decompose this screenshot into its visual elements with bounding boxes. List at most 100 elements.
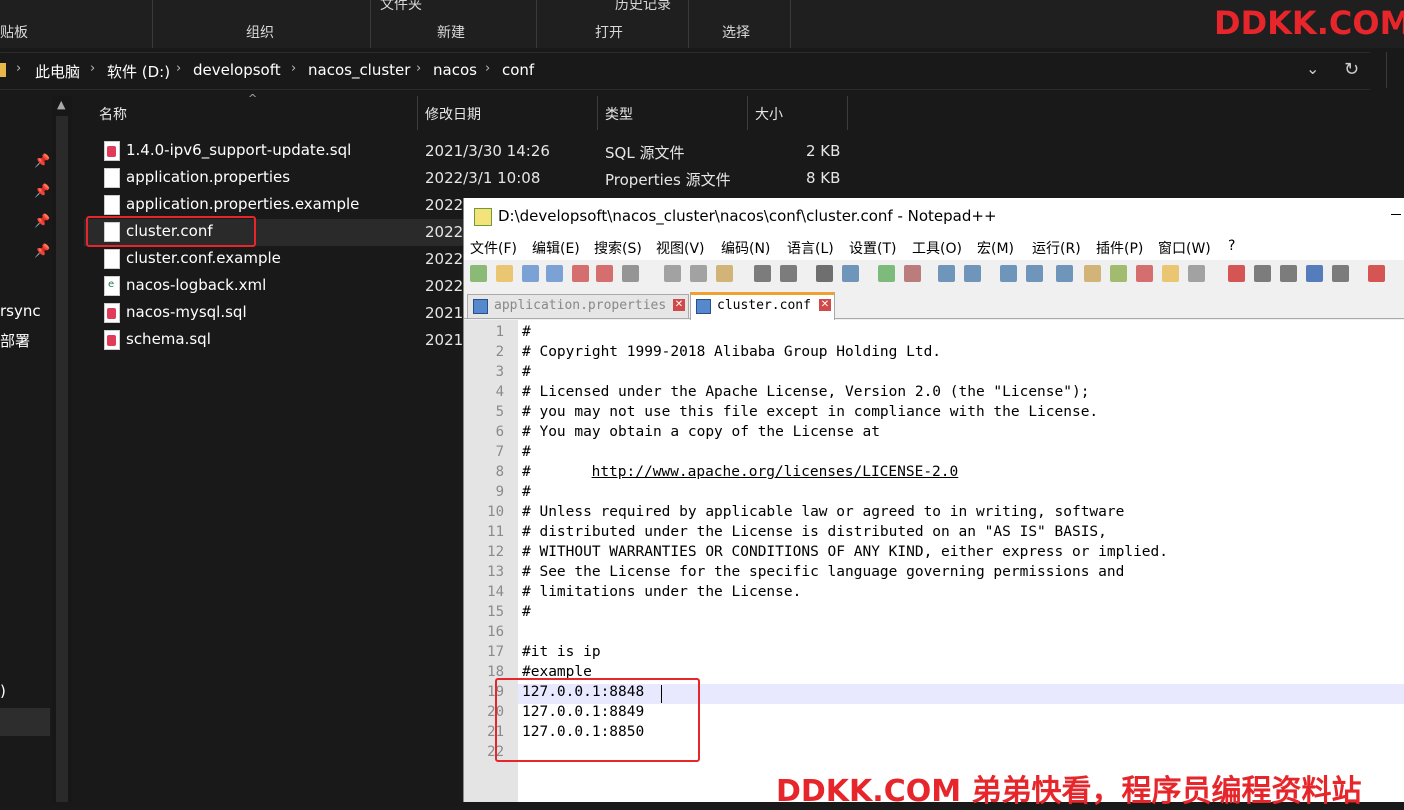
show-all-chars-icon[interactable] xyxy=(1026,265,1043,282)
function-list-icon[interactable] xyxy=(1084,265,1101,282)
close-icon[interactable]: ✕ xyxy=(673,299,685,311)
close-icon[interactable]: ✕ xyxy=(819,299,831,311)
breadcrumb-drive-d[interactable]: 软件 (D:) xyxy=(107,61,170,82)
new-file-icon[interactable] xyxy=(470,265,487,282)
find-icon[interactable] xyxy=(816,265,833,282)
nav-item-drive[interactable]: ) xyxy=(0,682,6,700)
menu-item[interactable]: 插件(P) xyxy=(1096,238,1143,258)
copy-icon[interactable] xyxy=(690,265,707,282)
file-row[interactable]: application.properties xyxy=(84,165,464,192)
column-divider[interactable] xyxy=(597,96,598,130)
column-header-type[interactable]: 类型 xyxy=(605,104,633,138)
indent-guide-icon[interactable] xyxy=(1056,265,1073,282)
close-all-icon[interactable] xyxy=(596,265,613,282)
replace-icon[interactable] xyxy=(842,265,859,282)
file-row[interactable]: schema.sql xyxy=(84,327,464,354)
menu-item[interactable]: 运行(R) xyxy=(1032,238,1081,258)
ribbon-history-label[interactable]: 历史记录 xyxy=(615,0,671,14)
file-name: application.properties.example xyxy=(126,195,360,213)
file-row[interactable]: cluster.conf.example xyxy=(84,246,464,273)
record-macro-icon[interactable] xyxy=(1228,265,1245,282)
save-macro-icon[interactable] xyxy=(1332,265,1349,282)
nav-item-deploy[interactable]: 部署 xyxy=(0,330,30,351)
pin-icon[interactable]: 📌 xyxy=(34,214,50,229)
tab-cluster-conf[interactable]: cluster.conf ✕ xyxy=(690,292,835,320)
menu-item[interactable]: 设置(T) xyxy=(849,238,896,258)
sync-vertical-icon[interactable] xyxy=(938,265,955,282)
menu-item[interactable]: 文件(F) xyxy=(470,238,517,258)
search-box[interactable] xyxy=(1386,52,1404,88)
address-bar[interactable]: › 此电脑 › 软件 (D:) › developsoft › nacos_cl… xyxy=(0,52,1370,90)
doc-map-icon[interactable] xyxy=(1110,265,1127,282)
code-line: # You may obtain a copy of the License a… xyxy=(522,424,880,440)
save-all-icon[interactable] xyxy=(546,265,563,282)
close-icon[interactable] xyxy=(572,265,589,282)
menu-item[interactable]: 编辑(E) xyxy=(532,238,580,258)
line-number: 2 xyxy=(495,344,504,360)
sync-horizontal-icon[interactable] xyxy=(964,265,981,282)
nav-item-selected[interactable] xyxy=(0,708,50,736)
license-link[interactable]: http://www.apache.org/licenses/LICENSE-2… xyxy=(592,464,959,480)
zoom-in-icon[interactable] xyxy=(878,265,895,282)
minimize-icon[interactable] xyxy=(1391,214,1401,215)
scrollbar-thumb[interactable] xyxy=(56,116,68,802)
print-icon[interactable] xyxy=(622,265,639,282)
nav-scrollbar[interactable]: ▲ xyxy=(52,96,72,802)
folder-workspace-icon[interactable] xyxy=(1136,265,1153,282)
breadcrumb-nacos[interactable]: nacos xyxy=(433,61,477,79)
menu-item[interactable]: 窗口(W) xyxy=(1158,238,1211,258)
stop-record-icon[interactable] xyxy=(1254,265,1271,282)
file-row[interactable]: nacos-logback.xml xyxy=(84,273,464,300)
file-row[interactable]: 1.4.0-ipv6_support-update.sql xyxy=(84,138,464,165)
breadcrumb-nacos-cluster[interactable]: nacos_cluster xyxy=(308,61,410,79)
ribbon-divider xyxy=(370,0,371,48)
folder-icon[interactable] xyxy=(1162,265,1179,282)
notepad-titlebar[interactable]: D:\developsoft\nacos_cluster\nacos\conf\… xyxy=(464,198,1404,234)
run-macro-icon[interactable] xyxy=(1306,265,1323,282)
menu-item[interactable]: 视图(V) xyxy=(656,238,705,258)
file-name: 1.4.0-ipv6_support-update.sql xyxy=(126,141,352,159)
menu-item[interactable]: 宏(M) xyxy=(977,238,1014,258)
column-divider[interactable] xyxy=(747,96,748,130)
word-wrap-icon[interactable] xyxy=(1000,265,1017,282)
cut-icon[interactable] xyxy=(664,265,681,282)
save-icon[interactable] xyxy=(522,265,539,282)
nav-item-rsync[interactable]: rsync xyxy=(0,302,41,320)
refresh-icon[interactable]: ↻ xyxy=(1344,59,1359,80)
ribbon-folder-label[interactable]: 文件夹 xyxy=(380,0,422,14)
redo-icon[interactable] xyxy=(780,265,797,282)
code-line: # See the License for the specific langu… xyxy=(522,564,1125,580)
spellcheck-icon[interactable] xyxy=(1368,265,1385,282)
undo-icon[interactable] xyxy=(754,265,771,282)
xml-file-icon xyxy=(104,276,120,296)
column-divider[interactable] xyxy=(417,96,418,130)
file-row[interactable]: nacos-mysql.sql xyxy=(84,300,464,327)
chevron-down-icon[interactable]: ⌄ xyxy=(1306,59,1319,78)
paste-icon[interactable] xyxy=(716,265,733,282)
tab-application-properties[interactable]: application.properties ✕ xyxy=(467,294,689,318)
breadcrumb-conf[interactable]: conf xyxy=(502,61,534,79)
breadcrumb-developsoft[interactable]: developsoft xyxy=(193,61,281,79)
column-header-modified[interactable]: 修改日期 xyxy=(425,104,481,138)
menu-item[interactable]: 搜索(S) xyxy=(594,238,642,258)
pin-icon[interactable]: 📌 xyxy=(34,184,50,199)
zoom-out-icon[interactable] xyxy=(904,265,921,282)
scroll-up-icon[interactable]: ▲ xyxy=(57,98,65,111)
menu-item[interactable]: ? xyxy=(1228,238,1235,254)
column-header-name[interactable]: 名称 xyxy=(99,104,127,138)
menu-item[interactable]: 编码(N) xyxy=(721,238,770,258)
code-line: # limitations under the License. xyxy=(522,584,802,600)
pin-icon[interactable]: 📌 xyxy=(34,154,50,169)
breadcrumb-this-pc[interactable]: 此电脑 xyxy=(35,61,80,82)
column-header-size[interactable]: 大小 xyxy=(755,104,783,138)
column-divider[interactable] xyxy=(847,96,848,130)
file-row[interactable]: application.properties.example xyxy=(84,192,464,219)
code-line: # you may not use this file except in co… xyxy=(522,404,1099,420)
monitor-icon[interactable] xyxy=(1188,265,1205,282)
menu-item[interactable]: 工具(O) xyxy=(912,238,962,258)
pin-icon[interactable]: 📌 xyxy=(34,244,50,259)
menu-item[interactable]: 语言(L) xyxy=(787,238,834,258)
open-file-icon[interactable] xyxy=(496,265,513,282)
play-macro-icon[interactable] xyxy=(1280,265,1297,282)
file-name: cluster.conf.example xyxy=(126,249,281,267)
